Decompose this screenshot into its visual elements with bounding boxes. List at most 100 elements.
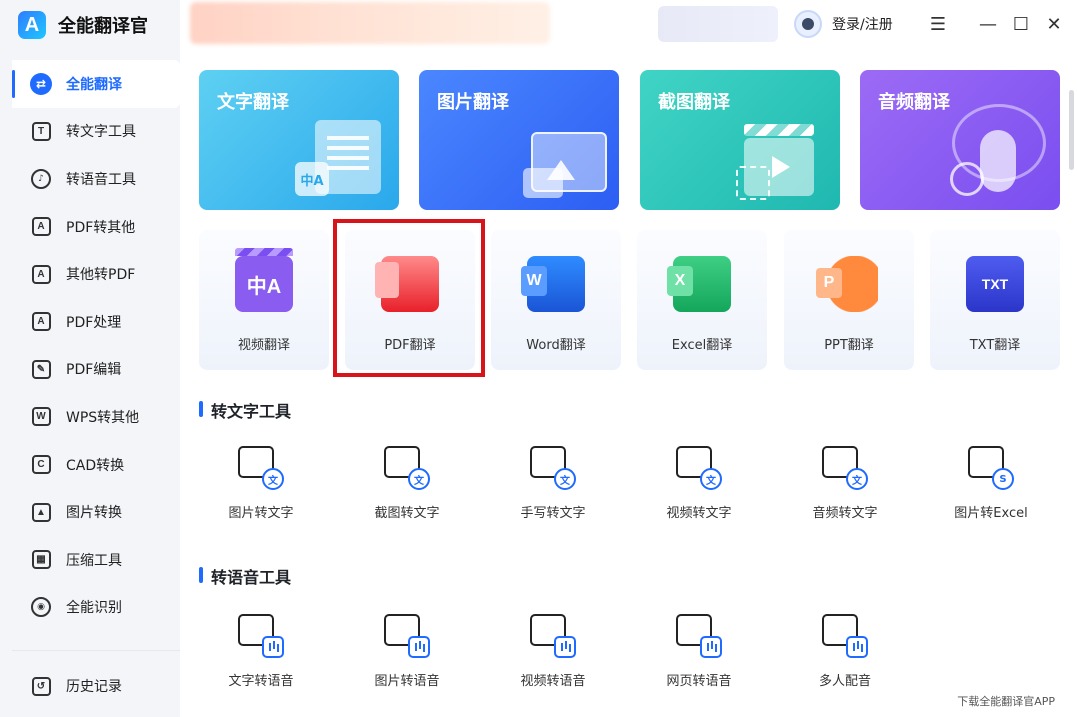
sidebar-footer: ↺ 历史记录 <box>12 650 180 717</box>
close-button[interactable]: ✕ <box>1040 10 1068 38</box>
top-bar: 登录/注册 ☰ — ☐ ✕ <box>180 0 1077 48</box>
tool-multi-voice-dubbing[interactable]: 多人配音 <box>790 610 900 710</box>
tool-label: 多人配音 <box>818 674 871 689</box>
minimize-button[interactable]: — <box>974 10 1002 38</box>
card-label: Excel翻译 <box>671 338 733 353</box>
sidebar-item-other-to-pdf[interactable]: A 其他转PDF <box>12 250 180 298</box>
tool-label: 视频转语音 <box>520 674 586 689</box>
card-label: PDF翻译 <box>384 338 436 353</box>
sidebar-item-pdf-process[interactable]: A PDF处理 <box>12 298 180 346</box>
card-image-translate[interactable]: 图片翻译 <box>419 70 619 210</box>
login-register-link[interactable]: 登录/注册 <box>832 14 893 34</box>
sidebar-item-label: 转文字工具 <box>66 124 136 141</box>
user-login[interactable]: 登录/注册 <box>794 8 893 40</box>
ppt-icon <box>816 256 878 312</box>
tool-video-to-text[interactable]: 文 视频转文字 <box>644 442 754 542</box>
tool-screenshot-to-text[interactable]: 文 截图转文字 <box>352 442 462 542</box>
sidebar-item-label: 历史记录 <box>66 679 122 695</box>
recognize-icon: ◉ <box>30 596 52 618</box>
sidebar-item-text-tools[interactable]: T 转文字工具 <box>12 108 180 156</box>
logo-icon: A <box>18 11 46 39</box>
sidebar-item-pdf-edit[interactable]: ✎ PDF编辑 <box>12 346 180 394</box>
sidebar-item-compress[interactable]: ▦ 压缩工具 <box>12 536 180 584</box>
tool-image-to-text[interactable]: 文 图片转文字 <box>206 442 316 542</box>
image-convert-icon: ▲ <box>30 501 52 523</box>
text-tool-icon: T <box>30 120 52 142</box>
sidebar-item-pdf-to-other[interactable]: A PDF转其他 <box>12 203 180 251</box>
pdf-edit-icon: ✎ <box>30 358 52 380</box>
tool-label: 图片转语音 <box>374 674 440 689</box>
card-label: PPT翻译 <box>824 338 874 353</box>
sidebar-item-history[interactable]: ↺ 历史记录 <box>12 651 180 717</box>
card-txt-translate[interactable]: TXT TXT翻译 <box>930 230 1060 370</box>
card-small-image-icon <box>523 168 563 198</box>
tool-image-to-excel[interactable]: S 图片转Excel <box>936 442 1046 542</box>
video-to-text-icon: 文 <box>674 442 724 492</box>
sidebar-item-wps[interactable]: W WPS转其他 <box>12 393 180 441</box>
sidebar: A 全能翻译官 ⇄ 全能翻译 T 转文字工具 ♪ 转语音工具 A PDF转其他 … <box>0 0 180 717</box>
tool-webpage-to-speech[interactable]: 网页转语音 <box>644 610 754 710</box>
sidebar-item-all-translate[interactable]: ⇄ 全能翻译 <box>12 60 180 108</box>
audio-to-text-icon: 文 <box>820 442 870 492</box>
download-app-link[interactable]: 下载全能翻译官APP <box>957 693 1055 709</box>
tool-image-to-speech[interactable]: 图片转语音 <box>352 610 462 710</box>
main-content: 文字翻译 中A 图片翻译 截图翻译 音频翻译 中A 视频翻译 PDF翻译 W W… <box>180 48 1077 717</box>
card-label: 音频翻译 <box>878 92 950 113</box>
screenshot-frame-icon <box>736 166 770 200</box>
app-title: 全能翻译官 <box>58 16 148 37</box>
tool-label: 视频转文字 <box>666 506 732 521</box>
tool-label: 图片转文字 <box>228 506 294 521</box>
app-window: A 全能翻译官 ⇄ 全能翻译 T 转文字工具 ♪ 转语音工具 A PDF转其他 … <box>0 0 1077 717</box>
tool-label: 音频转文字 <box>812 506 878 521</box>
history-icon: ↺ <box>30 675 52 697</box>
header-blurred-element[interactable] <box>658 6 778 42</box>
word-icon <box>521 256 585 312</box>
card-text-translate[interactable]: 文字翻译 中A <box>199 70 399 210</box>
card-label: 视频翻译 <box>237 338 290 353</box>
sidebar-item-cad[interactable]: C CAD转换 <box>12 441 180 489</box>
sidebar-item-label: 全能翻译 <box>66 76 122 93</box>
sidebar-item-label: CAD转换 <box>66 457 125 474</box>
image-to-text-icon: 文 <box>236 442 286 492</box>
sidebar-item-label: PDF转其他 <box>66 219 136 236</box>
card-word-translate[interactable]: Word翻译 <box>491 230 621 370</box>
promo-banner[interactable] <box>190 2 550 44</box>
tool-text-to-speech[interactable]: 文字转语音 <box>206 610 316 710</box>
scrollbar[interactable] <box>1069 90 1074 170</box>
maximize-button[interactable]: ☐ <box>1007 10 1035 38</box>
image-to-excel-icon: S <box>966 442 1016 492</box>
card-video-translate[interactable]: 中A 视频翻译 <box>199 230 329 370</box>
text-to-speech-icon <box>236 610 286 660</box>
sidebar-item-label: PDF处理 <box>66 314 122 331</box>
sidebar-item-label: 图片转换 <box>66 505 122 522</box>
card-excel-translate[interactable]: Excel翻译 <box>637 230 767 370</box>
section-title-text-tools: 转文字工具 <box>199 398 291 422</box>
card-pdf-translate[interactable]: PDF翻译 <box>345 230 475 370</box>
card-label: TXT翻译 <box>969 338 1021 353</box>
sidebar-item-recognize[interactable]: ◉ 全能识别 <box>12 584 180 632</box>
image-to-speech-icon <box>382 610 432 660</box>
handwriting-to-text-icon: 文 <box>528 442 578 492</box>
card-screenshot-translate[interactable]: 截图翻译 <box>640 70 840 210</box>
tool-label: 图片转Excel <box>954 506 1028 521</box>
sidebar-item-label: 全能识别 <box>66 600 122 617</box>
sidebar-item-image-convert[interactable]: ▲ 图片转换 <box>12 488 180 536</box>
menu-icon[interactable]: ☰ <box>924 10 952 38</box>
tool-audio-to-text[interactable]: 文 音频转文字 <box>790 442 900 542</box>
card-ppt-translate[interactable]: PPT翻译 <box>784 230 914 370</box>
video-to-speech-icon <box>528 610 578 660</box>
pdf-icon <box>375 256 439 312</box>
sidebar-item-voice-tools[interactable]: ♪ 转语音工具 <box>12 155 180 203</box>
tool-handwriting-to-text[interactable]: 文 手写转文字 <box>498 442 608 542</box>
sidebar-item-label: WPS转其他 <box>66 409 140 426</box>
sidebar-item-label: 其他转PDF <box>66 267 136 284</box>
tool-label: 文字转语音 <box>228 674 294 689</box>
webpage-to-speech-icon <box>674 610 724 660</box>
compress-icon: ▦ <box>30 549 52 571</box>
tool-label: 手写转文字 <box>520 506 586 521</box>
sidebar-item-label: 转语音工具 <box>66 171 136 188</box>
tool-video-to-speech[interactable]: 视频转语音 <box>498 610 608 710</box>
card-audio-translate[interactable]: 音频翻译 <box>860 70 1060 210</box>
voice-tool-icon: ♪ <box>30 168 52 190</box>
card-label: Word翻译 <box>526 338 586 353</box>
